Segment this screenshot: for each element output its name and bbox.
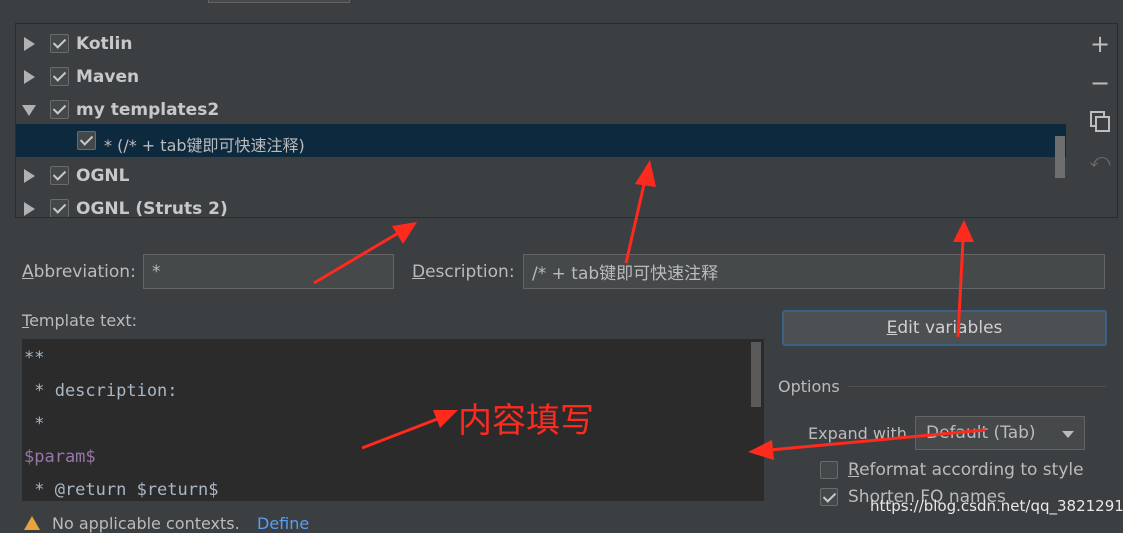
annotation-arrow <box>624 179 647 264</box>
annotation-arrow <box>769 428 986 452</box>
annotation-text: 内容填写 <box>458 401 594 441</box>
annotation-arrow <box>361 416 441 450</box>
annotation-arrow <box>956 239 965 338</box>
annotation-arrow <box>313 230 401 285</box>
annotation-arrows <box>313 160 986 460</box>
annotation-arrowhead <box>748 440 774 460</box>
annotation-arrowhead <box>433 410 458 428</box>
annotation-arrowhead <box>635 160 656 187</box>
annotation-arrowhead <box>953 220 974 242</box>
